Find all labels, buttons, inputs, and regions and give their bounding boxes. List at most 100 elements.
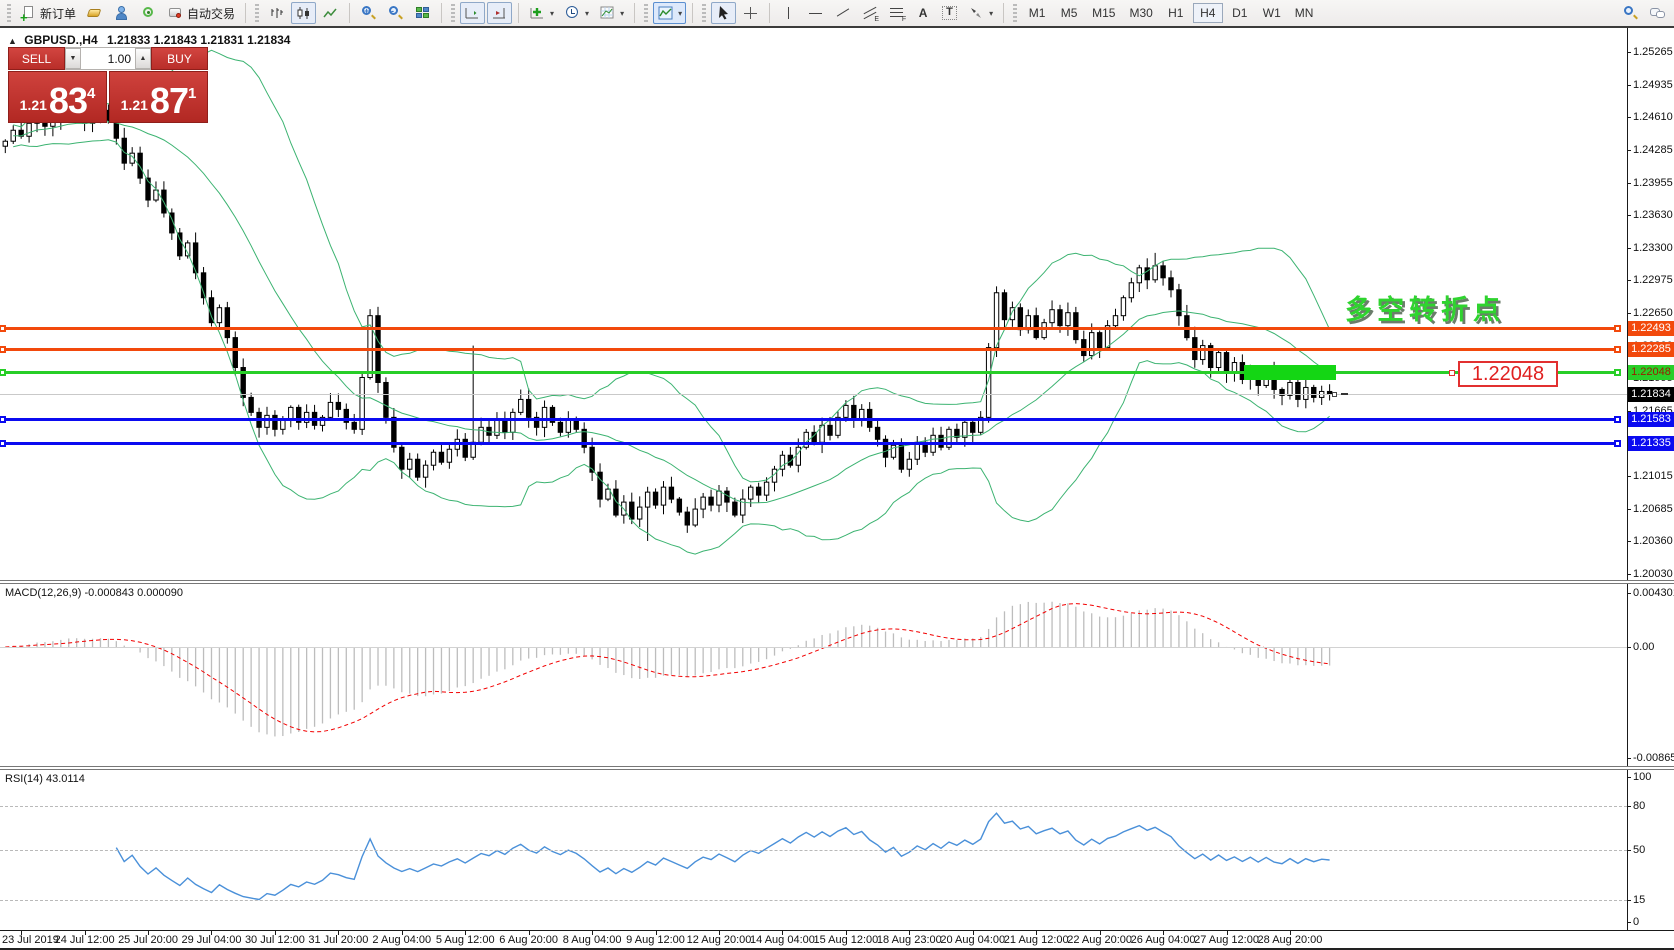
horizontal-line-1.22285[interactable] — [0, 348, 1618, 351]
date-label: 28 Aug 20:00 — [1258, 934, 1323, 946]
vertical-line-tool-button[interactable] — [776, 2, 801, 24]
sell-button[interactable]: SELL — [8, 47, 65, 70]
templates-button[interactable]: ▾ — [595, 2, 628, 24]
date-label: 22 Aug 20:00 — [1067, 934, 1132, 946]
autotrading-button[interactable]: 自动交易 — [163, 2, 239, 24]
fibonacci-tool-button[interactable]: F — [884, 2, 909, 24]
buy-button[interactable]: BUY — [151, 47, 208, 70]
periods-dropdown-arrow[interactable]: ▾ — [585, 9, 589, 18]
candlestick-chart-icon — [295, 5, 312, 21]
horizontal-line-1.21583[interactable] — [0, 418, 1618, 421]
crosshair-tool-button[interactable] — [738, 2, 763, 24]
indicators-dropdown-arrow[interactable]: ▾ — [550, 9, 554, 18]
price-tick — [1627, 574, 1631, 575]
timeframe-m30[interactable]: M30 — [1123, 3, 1158, 23]
line-anchor-left[interactable] — [0, 346, 6, 353]
templates-dropdown-arrow[interactable]: ▾ — [620, 9, 624, 18]
arrows-tool-button[interactable]: ▾ — [964, 2, 997, 24]
highlight-rectangle[interactable] — [1244, 365, 1336, 381]
price-chart-canvas[interactable] — [0, 28, 1674, 948]
price-tick-label: 1.21015 — [1633, 470, 1673, 482]
rsi-tick — [1627, 850, 1631, 851]
volume-decrease-button[interactable]: ▼ — [65, 48, 81, 69]
community-button[interactable] — [109, 2, 134, 24]
horizontal-line-1.22493[interactable] — [0, 327, 1618, 330]
search-button[interactable] — [1618, 2, 1643, 24]
metaeditor-button[interactable] — [82, 2, 107, 24]
timeframe-h4[interactable]: H4 — [1193, 3, 1223, 23]
signals-icon — [140, 5, 157, 21]
signals-button[interactable] — [136, 2, 161, 24]
bar-chart-button[interactable] — [264, 2, 289, 24]
zoom-out-button[interactable]: - — [383, 2, 408, 24]
date-label: 8 Aug 04:00 — [563, 934, 622, 946]
buy-price-prefix: 1.21 — [121, 92, 148, 118]
text-label-tool-button[interactable]: T — [937, 2, 962, 24]
collapse-triangle-icon[interactable]: ▲ — [8, 36, 17, 46]
new-order-button[interactable]: + 新订单 — [16, 2, 80, 24]
price-tick-label: 1.20030 — [1633, 568, 1673, 580]
zoom-in-button[interactable]: + — [356, 2, 381, 24]
text-tool-button[interactable]: A — [911, 2, 935, 24]
timeframe-m1[interactable]: M1 — [1022, 3, 1052, 23]
indicators-button[interactable]: ▾ — [525, 2, 558, 24]
buy-price-box[interactable]: 1.21871 — [109, 71, 208, 123]
date-label: 25 Jul 20:00 — [118, 934, 178, 946]
templates-icon — [599, 5, 616, 21]
candlestick-chart-button[interactable] — [291, 2, 316, 24]
price-tick — [1627, 541, 1631, 542]
line-anchor-right[interactable] — [1614, 416, 1621, 423]
trendline-tool-button[interactable] — [830, 2, 855, 24]
chart-shift-button[interactable] — [487, 2, 512, 24]
channel-tool-button[interactable]: E — [857, 2, 882, 24]
price-tick — [1627, 85, 1631, 86]
line-anchor-left[interactable] — [0, 325, 6, 332]
periods-button[interactable]: ▾ — [560, 2, 593, 24]
tile-windows-button[interactable] — [410, 2, 435, 24]
line-anchor-left[interactable] — [0, 416, 6, 423]
crosshair-icon — [742, 5, 759, 21]
autotrading-icon — [167, 5, 184, 21]
line-chart-button[interactable] — [318, 2, 343, 24]
line-anchor-left[interactable] — [0, 369, 6, 376]
turning-point-annotation[interactable]: 多空转折点 — [1345, 288, 1505, 327]
cursor-tool-button[interactable] — [711, 2, 736, 24]
timeframe-bar: M1M5M15M30H1H4D1W1MN — [1022, 3, 1319, 23]
horizontal-line-tool-button[interactable] — [803, 2, 828, 24]
volume-increase-button[interactable]: ▲ — [135, 48, 151, 69]
price-callout-label[interactable]: 1.22048 — [1458, 361, 1558, 387]
timeframe-d1[interactable]: D1 — [1225, 3, 1255, 23]
chat-button[interactable] — [1645, 2, 1670, 24]
bar-chart-icon — [268, 5, 285, 21]
horizontal-line-1.22048[interactable] — [0, 371, 1618, 374]
chart-area[interactable]: ▲ GBPUSD.,H4 1.21833 1.21843 1.21831 1.2… — [0, 28, 1674, 948]
pane-separator-macd[interactable] — [0, 580, 1674, 584]
arrows-dropdown-arrow[interactable]: ▾ — [989, 9, 993, 18]
volume-input[interactable] — [81, 48, 135, 69]
line-anchor-right[interactable] — [1614, 325, 1621, 332]
price-callout-anchor[interactable] — [1449, 370, 1455, 376]
timeframe-m15[interactable]: M15 — [1086, 3, 1121, 23]
line-anchor-right[interactable] — [1614, 369, 1621, 376]
chart-profile-icon — [657, 5, 674, 21]
horizontal-line-1.21335[interactable] — [0, 442, 1618, 445]
line-anchor-right[interactable] — [1614, 346, 1621, 353]
timeframe-w1[interactable]: W1 — [1257, 3, 1287, 23]
periods-icon — [564, 5, 581, 21]
macd-zero-line — [0, 647, 1627, 648]
symbol-period: GBPUSD.,H4 — [24, 33, 97, 47]
timeframe-h1[interactable]: H1 — [1161, 3, 1191, 23]
timeframe-mn[interactable]: MN — [1289, 3, 1320, 23]
chart-profile-button[interactable]: ▾ — [653, 2, 686, 24]
sell-price-box[interactable]: 1.21834 — [8, 71, 107, 123]
price-tick-label: 1.24285 — [1633, 144, 1673, 156]
auto-scroll-button[interactable] — [460, 2, 485, 24]
date-label: 24 Jul 12:00 — [55, 934, 115, 946]
price-tick-label: 1.23300 — [1633, 242, 1673, 254]
pane-separator-rsi[interactable] — [0, 766, 1674, 770]
chart-profile-dropdown-arrow[interactable]: ▾ — [678, 9, 682, 18]
line-anchor-right[interactable] — [1614, 440, 1621, 447]
timeframe-m5[interactable]: M5 — [1054, 3, 1084, 23]
line-anchor-left[interactable] — [0, 440, 6, 447]
date-label: 18 Aug 23:00 — [877, 934, 942, 946]
